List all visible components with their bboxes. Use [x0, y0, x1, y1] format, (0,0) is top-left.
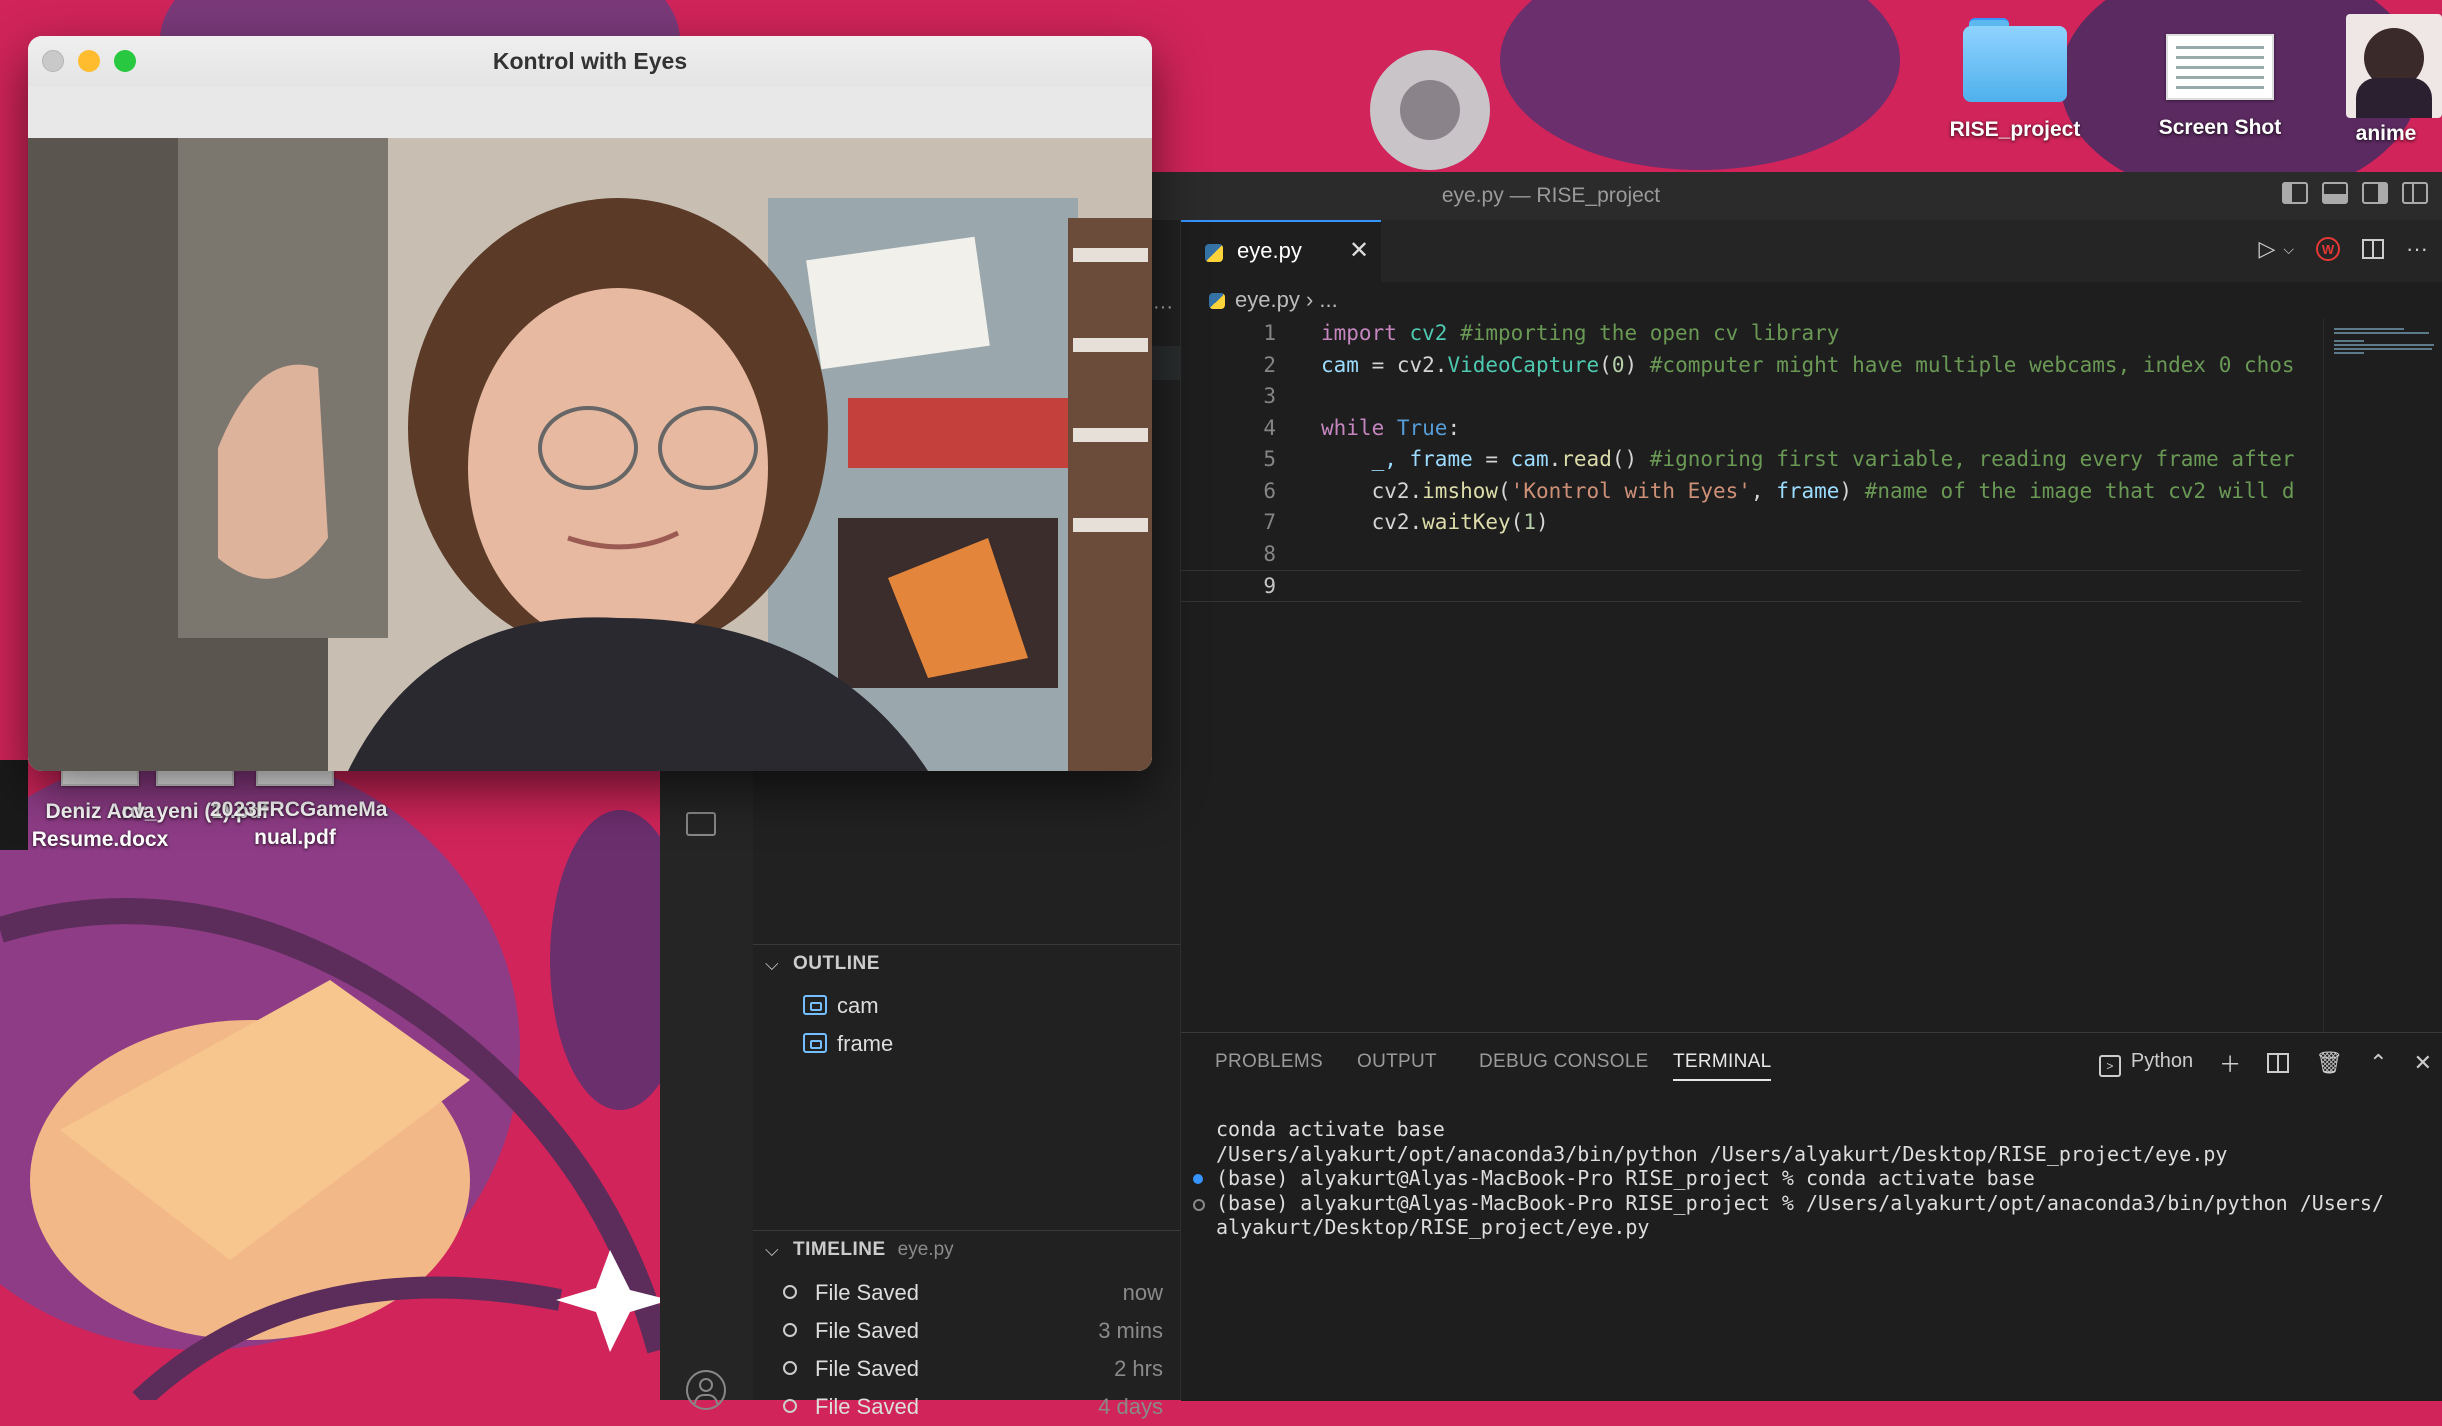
run-python-file-icon[interactable]: ▷: [2258, 236, 2275, 262]
editor-actions: ▷ ⌵ W ···: [2258, 236, 2428, 262]
outline-item-frame[interactable]: frame: [803, 1026, 893, 1062]
maximize-panel-icon[interactable]: ⌃: [2369, 1050, 2387, 1076]
code-line: 4 while True:: [1263, 415, 1461, 440]
code-line-current: 9: [1181, 570, 2301, 602]
trash-icon[interactable]: 🗑: [2315, 1050, 2343, 1076]
terminal-icon: >: [2098, 1054, 2121, 1077]
terminal-output[interactable]: conda activate base /Users/alyakurt/opt/…: [1181, 1117, 2442, 1240]
code-line: 7 cv2.waitKey(1): [1263, 510, 1549, 534]
cv-titlebar[interactable]: Kontrol with Eyes: [28, 36, 1152, 87]
toggle-panel-icon[interactable]: [2322, 182, 2348, 204]
terminal-line: (base) alyakurt@Alyas-MacBook-Pro RISE_p…: [1181, 1166, 2442, 1191]
tab-terminal[interactable]: TERMINAL: [1673, 1051, 1772, 1081]
minimap[interactable]: [2323, 318, 2442, 1032]
new-terminal-icon[interactable]: ＋: [2219, 1047, 2241, 1079]
toggle-secondary-sidebar-icon[interactable]: [2362, 182, 2388, 204]
code-editor[interactable]: 1 import cv2 #importing the open cv libra…: [1181, 318, 2321, 602]
python-file-icon: [1209, 293, 1225, 309]
split-terminal-icon[interactable]: [2267, 1053, 2290, 1073]
desktop-file-screen-shot[interactable]: Screen Shot: [2140, 34, 2300, 142]
tab-eye-py[interactable]: eye.py ✕: [1181, 220, 1381, 282]
timeline-item[interactable]: File Saved now: [783, 1274, 1163, 1312]
opencv-window: Kontrol with Eyes: [28, 36, 1152, 771]
cv-toolbar: [28, 86, 1152, 139]
command-running-dot-icon: [1193, 1198, 1205, 1211]
terminal-selector[interactable]: > Python: [2098, 1050, 2193, 1077]
panel-actions: > Python ＋ 🗑 ⌃ ✕: [2098, 1047, 2432, 1079]
outline-item-cam[interactable]: cam: [803, 988, 879, 1024]
desktop-file-frc-manual[interactable]: 2023FRCGameMa nual.pdf: [210, 758, 387, 852]
circle-icon: [783, 1399, 797, 1413]
chevron-down-icon: ⌵: [765, 954, 780, 974]
editor-area: eye.py ✕ ▷ ⌵ W ··· eye.py › ... 1 import …: [1181, 220, 2442, 1032]
more-actions-icon[interactable]: ···: [2406, 236, 2428, 262]
timeline-item[interactable]: File Saved 2 hrs: [783, 1350, 1163, 1388]
anime-thumbnail-icon: [2346, 14, 2442, 118]
tab-problems[interactable]: PROBLEMS: [1215, 1051, 1323, 1073]
command-success-dot-icon: [1193, 1174, 1203, 1184]
circle-icon: [783, 1285, 797, 1299]
screenshot-thumbnail-icon: [2166, 34, 2274, 100]
desktop-folder-rise-project[interactable]: RISE_project: [1940, 18, 2090, 144]
terminal-line: (base) alyakurt@Alyas-MacBook-Pro RISE_p…: [1181, 1191, 2442, 1216]
code-line: 1 import cv2 #importing the open cv libra…: [1263, 321, 1840, 345]
timeline-item[interactable]: File Saved 4 days: [783, 1388, 1163, 1426]
outline-section-header[interactable]: ⌵ OUTLINE: [753, 944, 1180, 982]
folder-icon: [1963, 18, 2067, 102]
code-line: 8: [1263, 541, 1276, 566]
timeline-item[interactable]: File Saved 3 mins: [783, 1312, 1163, 1350]
variable-symbol-icon: [803, 995, 827, 1015]
split-editor-icon[interactable]: [2362, 239, 2385, 259]
code-line: 2 cam = cv2.VideoCapture(0) #computer mig…: [1263, 352, 2295, 377]
tab-output[interactable]: OUTPUT: [1357, 1051, 1437, 1073]
layout-controls: [2282, 182, 2428, 204]
cv-window-title: Kontrol with Eyes: [492, 48, 688, 74]
accounts-icon[interactable]: [686, 1370, 726, 1410]
timeline-section-header[interactable]: ⌵ TIMELINE eye.py: [753, 1230, 1180, 1268]
python-file-icon: [1205, 244, 1223, 262]
terminal-line: conda activate base: [1216, 1117, 1445, 1141]
breadcrumb[interactable]: eye.py › ...: [1181, 282, 1338, 318]
tab-debug-console[interactable]: DEBUG CONSOLE: [1479, 1051, 1649, 1073]
terminal-line: alyakurt/Desktop/RISE_project/eye.py: [1216, 1215, 1650, 1239]
editor-tab-bar: eye.py ✕ ▷ ⌵ W ···: [1181, 220, 2442, 282]
chevron-down-icon: ⌵: [765, 1240, 780, 1260]
extension-w-icon[interactable]: W: [2316, 237, 2341, 261]
close-panel-icon[interactable]: ✕: [2414, 1050, 2432, 1076]
variable-symbol-icon: [803, 1033, 827, 1053]
toggle-primary-sidebar-icon[interactable]: [2282, 182, 2308, 204]
run-debug-icon[interactable]: [686, 812, 716, 836]
customize-layout-icon[interactable]: [2402, 182, 2428, 204]
terminal-line: /Users/alyakurt/opt/anaconda3/bin/python…: [1216, 1141, 2228, 1166]
code-line: 6 cv2.imshow('Kontrol with Eyes', frame)…: [1263, 478, 2295, 503]
circle-icon: [783, 1361, 797, 1375]
desktop-file-anime[interactable]: anime: [2330, 14, 2442, 148]
chevron-down-icon[interactable]: ⌵: [2283, 241, 2294, 258]
code-line: 5 _, frame = cam.read() #ignoring first …: [1263, 447, 2295, 471]
close-tab-icon[interactable]: ✕: [1349, 236, 1369, 265]
circle-icon: [783, 1323, 797, 1337]
bottom-panel: PROBLEMS OUTPUT DEBUG CONSOLE TERMINAL >…: [1181, 1032, 2442, 1401]
webcam-frame: [28, 138, 1152, 771]
code-line: 3: [1263, 384, 1276, 408]
more-actions-icon[interactable]: ···: [1153, 296, 1173, 319]
